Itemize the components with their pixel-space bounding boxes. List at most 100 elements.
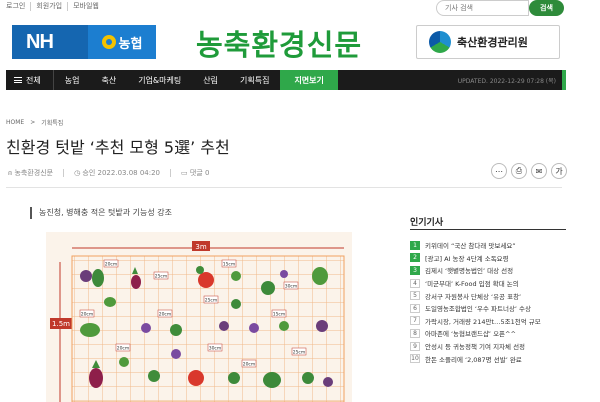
rank-badge: 8 [410, 328, 420, 338]
height-dimension-label: 1.5m [52, 320, 70, 328]
list-item[interactable]: 6 도일영농조합법인 ‘우수 파트너상’ 수상 [410, 302, 566, 315]
rank-badge: 7 [410, 316, 420, 326]
sidebar-divider [410, 229, 566, 230]
font-size-icon[interactable]: 가 [551, 163, 567, 179]
partner-banner-ad[interactable]: 축산환경관리원 [416, 25, 560, 59]
list-item[interactable]: 4 ‘미군부대’ K-Food 입점 확대 논의 [410, 277, 566, 290]
meta-divider [170, 169, 172, 177]
rank-badge: 4 [410, 278, 420, 288]
site-logo[interactable]: 농축환경신문 [196, 22, 362, 64]
article-link[interactable]: 가락시장, 거래량 214만t…5조1천억 규모 [425, 316, 541, 326]
utility-links: 로그인 회원가입 모바일웹 [6, 2, 104, 11]
rank-badge: 2 [410, 253, 420, 263]
nh-bank-text: 농협 [118, 36, 143, 52]
breadcrumb-separator: > [30, 119, 36, 126]
list-item[interactable]: 3 김제시 ‘햇볕명농법인’ 대상 선정 [410, 264, 566, 277]
user-icon: ⍝ [8, 169, 13, 177]
clock-icon: ◷ [74, 169, 81, 177]
author-name: 농축환경신문 [14, 169, 54, 177]
list-item[interactable]: 1 키위데이 “국산 참다래 맛보세요” [410, 239, 566, 252]
article-meta: ⍝ 농축환경신문 ◷ 승인 2022.03.08 04:20 ▭ 댓글 0 [8, 168, 209, 178]
list-item[interactable]: 5 강서구 자원봉사 단체상 ‘유공 표창’ [410, 289, 566, 302]
popular-articles-list: 1 키위데이 “국산 참다래 맛보세요” 2 [광고] AI 농장 4단계 소독요령… [410, 239, 566, 365]
article-link[interactable]: ‘미군부대’ K-Food 입점 확대 논의 [425, 278, 519, 288]
list-item[interactable]: 10 한돈 소플리에 ‘2,087명 선발’ 완료 [410, 352, 566, 365]
meta-divider [63, 169, 65, 177]
popular-articles-title: 인기기사 [410, 218, 444, 228]
list-item[interactable]: 8 아마존에 ‘농협브랜드샵’ 오픈^^ [410, 327, 566, 340]
spacing-label: 25cm [293, 350, 306, 356]
comment-icon: ▭ [181, 169, 188, 177]
search-box: 검색 [436, 0, 566, 16]
header-divider [6, 187, 562, 188]
share-toolbar: ⋯ ⎙ ✉ 가 [491, 163, 567, 179]
nav-item-all-label: 전체 [26, 75, 41, 85]
nav-item-livestock[interactable]: 축산 [90, 70, 127, 90]
menu-icon [14, 76, 22, 85]
list-item[interactable]: 7 가락시장, 거래량 214만t…5조1천억 규모 [410, 315, 566, 328]
width-dimension-label: 3m [195, 243, 206, 251]
rank-badge: 1 [410, 240, 420, 250]
partner-name: 축산환경관리원 [457, 36, 528, 49]
comment-count-text: 댓글 0 [189, 169, 210, 177]
spacing-label: 25cm [205, 298, 218, 304]
article-subtitle: 농진청, 병해충 적은 텃밭과 기능성 강조 [30, 207, 172, 219]
article-link[interactable]: 아마존에 ‘농협브랜드샵’ 오픈^^ [425, 328, 516, 338]
spacing-label: 20cm [81, 312, 94, 318]
garden-layout-illustration: 3m 1.5m 20cm 25cm 15cm 30cm 20cm 20cm 25… [46, 232, 352, 402]
article-link[interactable]: 강서구 자원봉사 단체상 ‘유공 표창’ [425, 291, 521, 301]
nav-item-print-edition[interactable]: 지면보기 [280, 70, 338, 90]
article-link[interactable]: 안성시 등 귀농정책 기여 지자체 선정 [425, 341, 525, 351]
comment-count[interactable]: ▭ 댓글 0 [181, 168, 209, 178]
article-link[interactable]: 키위데이 “국산 참다래 맛보세요” [425, 240, 516, 250]
article-link[interactable]: 도일영농조합법인 ‘우수 파트너상’ 수상 [425, 303, 531, 313]
list-item[interactable]: 2 [광고] AI 농장 4단계 소독요령 [410, 252, 566, 265]
rank-badge: 9 [410, 341, 420, 351]
nh-emblem-icon [101, 35, 116, 49]
mobile-web-link[interactable]: 모바일웹 [68, 2, 104, 11]
breadcrumb: HOME > 기획특집 [6, 118, 63, 127]
spacing-label: 20cm [243, 362, 256, 368]
article-link[interactable]: 한돈 소플리에 ‘2,087명 선발’ 완료 [425, 354, 522, 364]
partner-emblem-icon [429, 31, 451, 53]
nh-banner-ad[interactable]: NH 농협 [12, 25, 156, 59]
login-link[interactable]: 로그인 [6, 2, 32, 11]
nh-bank-panel: 농협 [88, 25, 156, 59]
nav-item-forestry[interactable]: 산림 [192, 70, 229, 90]
top-utility-bar: 로그인 회원가입 모바일웹 검색 [0, 0, 600, 16]
spacing-label: 15cm [273, 312, 286, 318]
rank-badge: 5 [410, 291, 420, 301]
author: ⍝ 농축환경신문 [8, 168, 53, 178]
spacing-label: 25cm [155, 274, 168, 280]
breadcrumb-home[interactable]: HOME [6, 119, 24, 126]
rank-badge: 3 [410, 265, 420, 275]
spacing-label: 20cm [117, 346, 130, 352]
garden-svg: 3m 1.5m 20cm 25cm 15cm 30cm 20cm 20cm 25… [46, 232, 352, 402]
breadcrumb-section[interactable]: 기획특집 [41, 118, 63, 127]
article-link[interactable]: [광고] AI 농장 4단계 소독요령 [425, 253, 509, 263]
spacing-label: 20cm [159, 312, 172, 318]
signup-link[interactable]: 회원가입 [31, 2, 69, 11]
nav-item-special-feature[interactable]: 기획특집 [229, 70, 280, 90]
print-icon[interactable]: ⎙ [511, 163, 527, 179]
nav-accent [562, 70, 566, 90]
main-nav: 전체 농업 축산 기업&마케팅 산림 기획특집 지면보기 UPDATED. 20… [6, 70, 562, 90]
article-title: 친환경 텃밭 ‘추천 모형 5選’ 추천 [6, 138, 230, 157]
spacing-label: 15cm [223, 262, 236, 268]
spacing-label: 20cm [105, 262, 118, 268]
email-icon[interactable]: ✉ [531, 163, 547, 179]
list-item[interactable]: 9 안성시 등 귀농정책 기여 지자체 선정 [410, 340, 566, 353]
nav-item-business-marketing[interactable]: 기업&마케팅 [127, 70, 192, 90]
updated-timestamp: UPDATED. 2022-12-29 07:28 (목) [457, 78, 556, 85]
search-button[interactable]: 검색 [529, 0, 564, 16]
nh-logo-text: NH [26, 30, 54, 53]
article-link[interactable]: 김제시 ‘햇볕명농법인’ 대상 선정 [425, 265, 513, 275]
search-input[interactable] [436, 0, 529, 16]
share-icon[interactable]: ⋯ [491, 163, 507, 179]
nav-item-agriculture[interactable]: 농업 [54, 70, 91, 90]
rank-badge: 6 [410, 303, 420, 313]
nav-item-all[interactable]: 전체 [6, 70, 54, 90]
publish-date-text: 승인 2022.03.08 04:20 [82, 169, 161, 177]
site-header: NH 농협 농축환경신문 축산환경관리원 [0, 18, 600, 66]
spacing-label: 30cm [209, 346, 222, 352]
